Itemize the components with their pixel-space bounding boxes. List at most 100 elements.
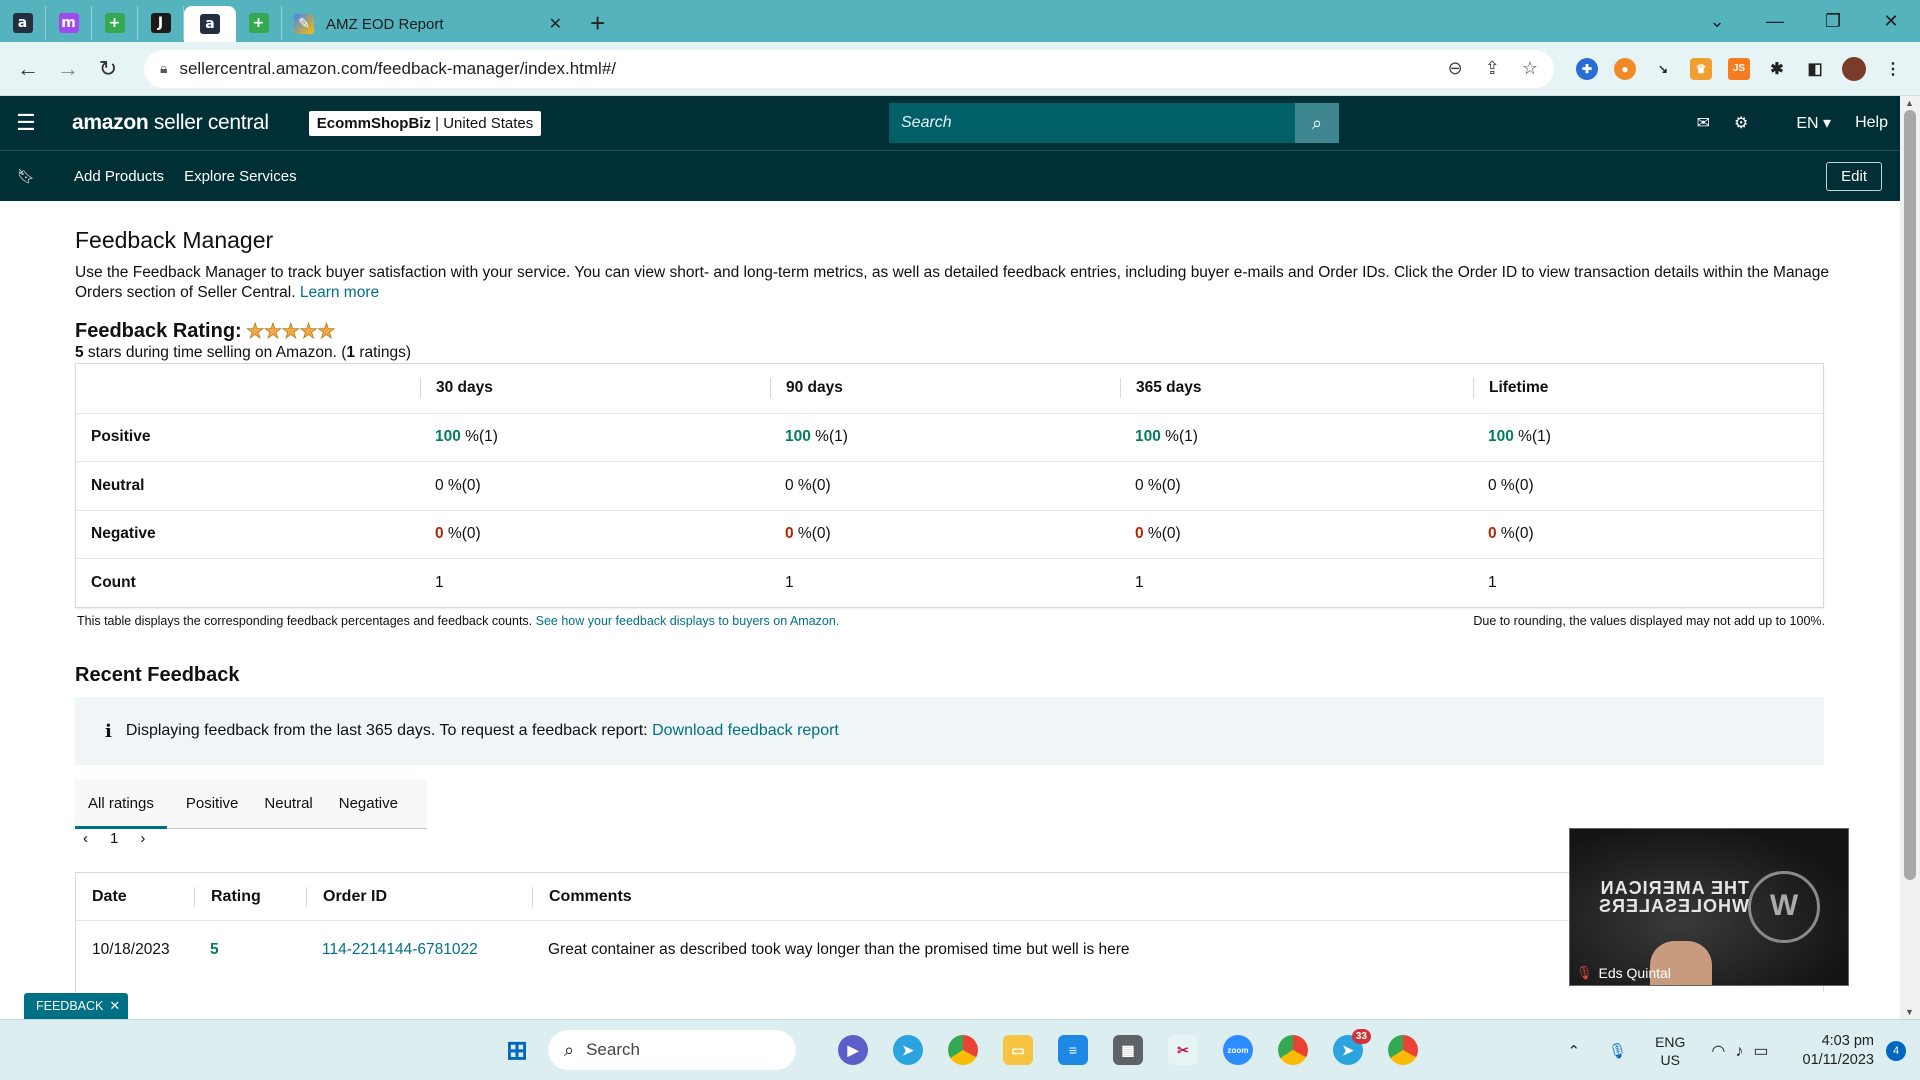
windows-taskbar: ⊞ ⌕ Search ▶ ➤ ▭ ≡ ▦ ✂ zoom ➤ 33 ⌃ 🎙︎ ENG… xyxy=(0,1019,1920,1080)
new-tab-icon[interactable]: + xyxy=(590,8,605,39)
help-link[interactable]: Help xyxy=(1855,114,1888,132)
maximize-icon[interactable]: ❐ xyxy=(1804,11,1862,32)
extension-arrow-icon[interactable]: ↘ xyxy=(1652,57,1674,80)
page-number[interactable]: 1 xyxy=(110,830,118,847)
browser-tab[interactable]: + xyxy=(236,6,282,40)
tab-positive[interactable]: Positive xyxy=(173,779,252,829)
learn-more-link[interactable]: Learn more xyxy=(300,284,379,301)
sheets-icon: + xyxy=(104,13,125,33)
browser-tab[interactable]: a xyxy=(184,6,236,42)
reload-icon[interactable]: ↻ xyxy=(88,56,128,82)
menu-hamburger-icon[interactable]: ☰ xyxy=(0,110,52,136)
clock[interactable]: 4:03 pm 01/11/2023 xyxy=(1803,1032,1875,1070)
meet-icon[interactable]: ▶ xyxy=(838,1035,868,1065)
zoom-icon[interactable]: ⊖ xyxy=(1448,58,1463,79)
wifi-volume-battery-icons[interactable]: ◠♪▭ xyxy=(1711,1041,1778,1061)
windows-start-icon[interactable]: ⊞ xyxy=(502,1035,532,1065)
video-call-overlay[interactable]: THE AMERICAN WHOLESALERS W 🎙︎ Eds Quintal xyxy=(1569,828,1849,986)
window-close-icon[interactable]: ✕ xyxy=(1862,11,1920,32)
store-selector[interactable]: EcommShopBiz | United States xyxy=(308,110,542,136)
browser-tab-bar: a m + Ja + ✎ AMZ EOD Report ✕ + ⌄ — ❐ ✕ xyxy=(0,0,1920,42)
snipping-tool-icon[interactable]: ✂ xyxy=(1168,1035,1198,1065)
notepad-icon[interactable]: ≡ xyxy=(1058,1035,1088,1065)
input-language[interactable]: ENG US xyxy=(1655,1033,1685,1069)
chevron-right-icon[interactable]: › xyxy=(140,830,145,847)
browser-tab[interactable]: + xyxy=(92,6,138,40)
table-header-row: 30 days 90 days 365 days Lifetime xyxy=(76,364,1823,413)
gear-icon[interactable]: ⚙ xyxy=(1734,113,1748,133)
chrome-profile-icon[interactable] xyxy=(1388,1035,1418,1065)
extension-js-icon[interactable]: JS xyxy=(1728,57,1750,80)
minimize-icon[interactable]: — xyxy=(1746,11,1804,32)
feedback-widget-tab[interactable]: FEEDBACK ✕ xyxy=(24,993,129,1019)
language-selector[interactable]: EN ▾ xyxy=(1772,113,1831,133)
see-feedback-display-link[interactable]: See how your feedback displays to buyers… xyxy=(536,614,840,628)
mail-icon[interactable]: ✉ xyxy=(1697,113,1710,133)
chevron-left-icon[interactable]: ‹ xyxy=(83,830,88,847)
cell-suffix: %(0) xyxy=(793,525,831,543)
extension-helium-icon[interactable]: ♛ xyxy=(1690,57,1712,80)
column-header: 30 days xyxy=(420,378,770,399)
chevron-up-icon[interactable]: ⌃ xyxy=(1567,1042,1580,1060)
tab-neutral[interactable]: Neutral xyxy=(251,779,325,829)
extension-blue-icon[interactable]: ✚ xyxy=(1576,57,1598,80)
seller-search: ⌕ xyxy=(889,103,1339,143)
extension-orange-icon[interactable]: ● xyxy=(1614,57,1636,80)
url-field[interactable]: 🔒︎ sellercentral.amazon.com/feedback-man… xyxy=(144,49,1554,88)
table-cell: 100 %(1) xyxy=(1473,428,1823,446)
row-label: Count xyxy=(91,573,136,591)
pencil-icon: ✎ xyxy=(294,14,314,34)
browser-menu-icon[interactable]: ⋮ xyxy=(1882,57,1904,80)
browser-tab[interactable]: J xyxy=(138,6,184,40)
forward-arrow-icon[interactable]: → xyxy=(48,56,88,82)
taskbar-search[interactable]: ⌕ Search xyxy=(548,1030,796,1070)
tab-negative[interactable]: Negative xyxy=(326,779,411,829)
browser-tab-amz-eod-report[interactable]: ✎ AMZ EOD Report ✕ xyxy=(282,6,574,42)
search-icon: ⌕ xyxy=(564,1039,575,1060)
order-id-link[interactable]: 114-2214144-6781022 xyxy=(306,941,532,959)
cell-value: 100 xyxy=(435,428,461,446)
page-scrollbar[interactable]: ▲ ▼ xyxy=(1900,96,1920,1019)
chrome-profile-icon[interactable] xyxy=(1278,1035,1308,1065)
microphone-icon[interactable]: 🎙︎ xyxy=(1608,1042,1627,1060)
close-icon[interactable]: ✕ xyxy=(109,998,120,1014)
scrollbar-thumb[interactable] xyxy=(1904,110,1916,880)
column-header: Rating xyxy=(194,886,306,907)
bookmark-icon[interactable]: 🔖︎ xyxy=(0,168,52,185)
share-icon[interactable]: ⇪ xyxy=(1485,58,1500,79)
notification-count[interactable]: 4 xyxy=(1886,1040,1906,1061)
window-controls: ⌄ — ❐ ✕ xyxy=(1688,0,1920,42)
nav-explore-services[interactable]: Explore Services xyxy=(184,168,297,185)
search-input[interactable] xyxy=(889,103,1295,143)
extensions-puzzle-icon[interactable]: ✱ xyxy=(1766,57,1788,80)
search-icon[interactable]: ⌕ xyxy=(1295,103,1339,143)
browser-tab[interactable]: a xyxy=(0,6,46,40)
calculator-icon[interactable]: ▦ xyxy=(1113,1035,1143,1065)
edit-button[interactable]: Edit xyxy=(1826,162,1882,191)
close-icon[interactable]: ✕ xyxy=(549,14,562,34)
column-header: 90 days xyxy=(770,378,1120,399)
tab-all-ratings[interactable]: All ratings xyxy=(75,779,167,829)
telegram-icon[interactable]: ➤ 33 xyxy=(1333,1029,1371,1065)
browser-tab[interactable]: m xyxy=(46,6,92,40)
seller-central-logo[interactable]: amazon seller central xyxy=(72,111,269,135)
cell-value: 100 xyxy=(1488,428,1514,446)
file-explorer-icon[interactable]: ▭ xyxy=(1003,1035,1033,1065)
scroll-up-icon[interactable]: ▲ xyxy=(1905,98,1914,108)
profile-avatar[interactable] xyxy=(1842,56,1866,81)
tab-search-chevron-icon[interactable]: ⌄ xyxy=(1688,11,1746,32)
scroll-down-icon[interactable]: ▼ xyxy=(1905,1007,1914,1017)
cell-suffix: %(0) xyxy=(443,476,481,494)
chrome-icon[interactable] xyxy=(948,1035,978,1065)
table-cell: 1 xyxy=(770,574,1120,592)
cell-value: 0 xyxy=(435,525,444,543)
download-feedback-report-link[interactable]: Download feedback report xyxy=(652,722,839,740)
side-panel-icon[interactable]: ◧ xyxy=(1804,57,1826,80)
telegram-icon[interactable]: ➤ xyxy=(893,1035,923,1065)
table-cell: 0 %(0) xyxy=(1473,477,1823,495)
cell-suffix: %(1) xyxy=(810,428,848,446)
nav-add-products[interactable]: Add Products xyxy=(74,168,164,185)
back-arrow-icon[interactable]: ← xyxy=(8,56,48,82)
zoom-icon[interactable]: zoom xyxy=(1223,1035,1253,1065)
bookmark-star-icon[interactable]: ☆ xyxy=(1522,58,1538,79)
